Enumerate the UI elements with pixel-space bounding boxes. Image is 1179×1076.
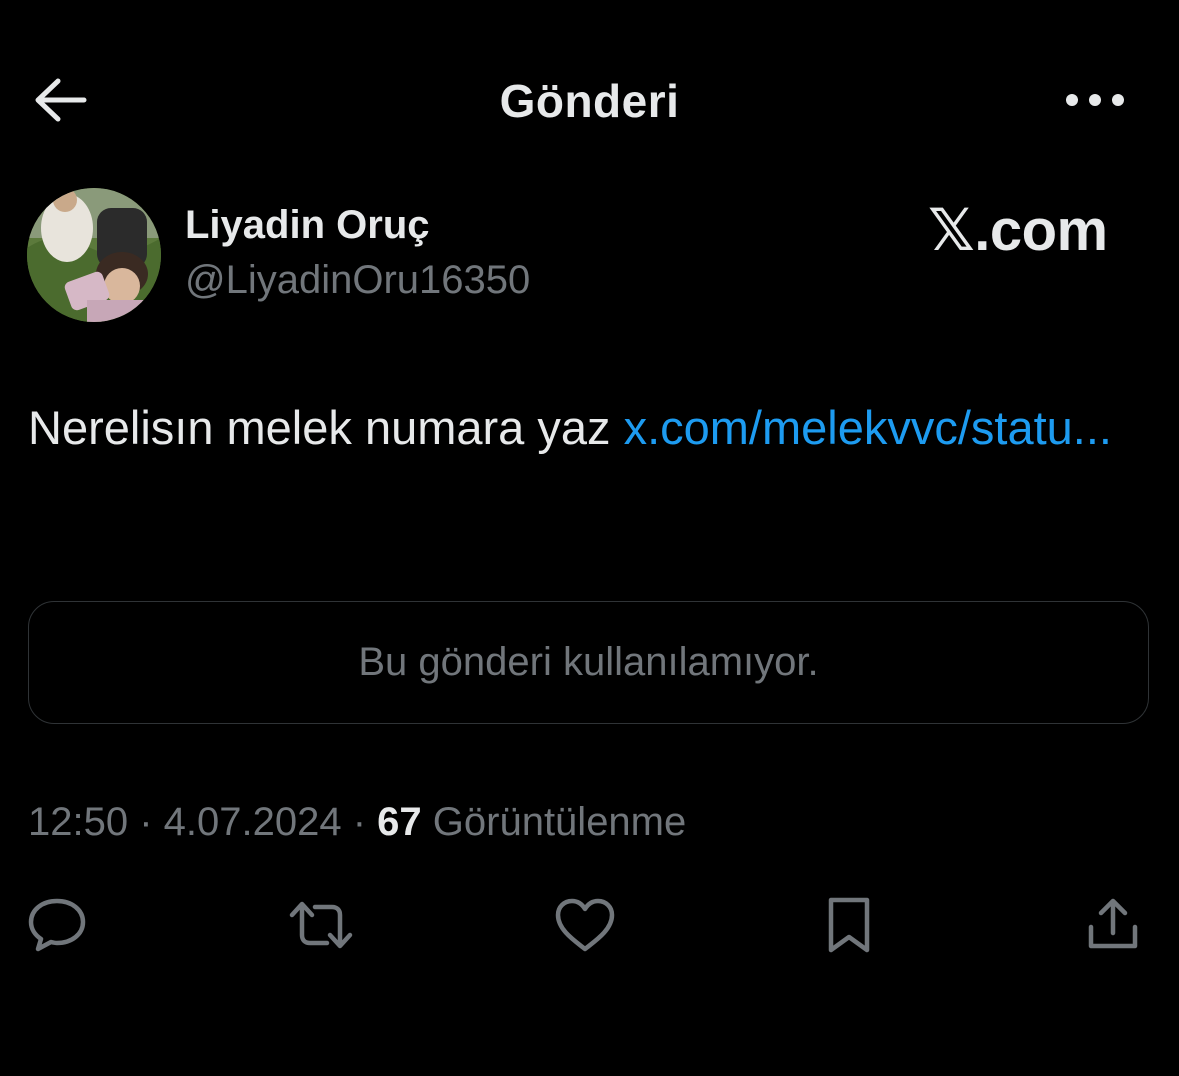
share-icon (1088, 898, 1138, 949)
tweet-body: Nerelisın melek numara yaz x.com/melekvv… (28, 392, 1148, 463)
post-time[interactable]: 12:50 (28, 800, 128, 844)
reply-button[interactable] (22, 890, 92, 960)
author-name[interactable]: Liyadin Oruç (185, 203, 430, 248)
author-handle[interactable]: @LiyadinOru16350 (185, 258, 530, 303)
more-horizontal-icon (1066, 94, 1124, 106)
top-bar: Gönderi (0, 0, 1179, 200)
post-meta: 12:50 · 4.07.2024 · 67 Görüntülenme (28, 800, 686, 845)
quoted-post-unavailable: Bu gönderi kullanılamıyor. (28, 601, 1149, 724)
more-options-button[interactable] (1060, 76, 1130, 124)
retweet-button[interactable] (286, 890, 356, 960)
like-button[interactable] (550, 890, 620, 960)
profile-photo (27, 188, 161, 322)
like-icon (555, 898, 615, 952)
views-count: 67 (377, 800, 422, 844)
meta-separator: · (128, 800, 164, 844)
retweet-icon (289, 901, 353, 949)
tweet-link[interactable]: x.com/melekvvc/statu... (624, 401, 1112, 454)
share-button[interactable] (1078, 890, 1148, 960)
tweet-text: Nerelisın melek numara yaz (28, 401, 624, 454)
unavailable-message: Bu gönderi kullanılamıyor. (358, 640, 819, 684)
reply-icon (28, 898, 86, 952)
avatar[interactable] (27, 188, 161, 322)
bookmark-button[interactable] (814, 890, 884, 960)
bookmark-icon (828, 897, 870, 953)
watermark-logo: 𝕏.com (928, 198, 1108, 263)
meta-separator: · (341, 800, 378, 844)
views-label: Görüntülenme (421, 800, 687, 844)
post-date[interactable]: 4.07.2024 (164, 800, 342, 844)
page-title: Gönderi (499, 75, 680, 127)
